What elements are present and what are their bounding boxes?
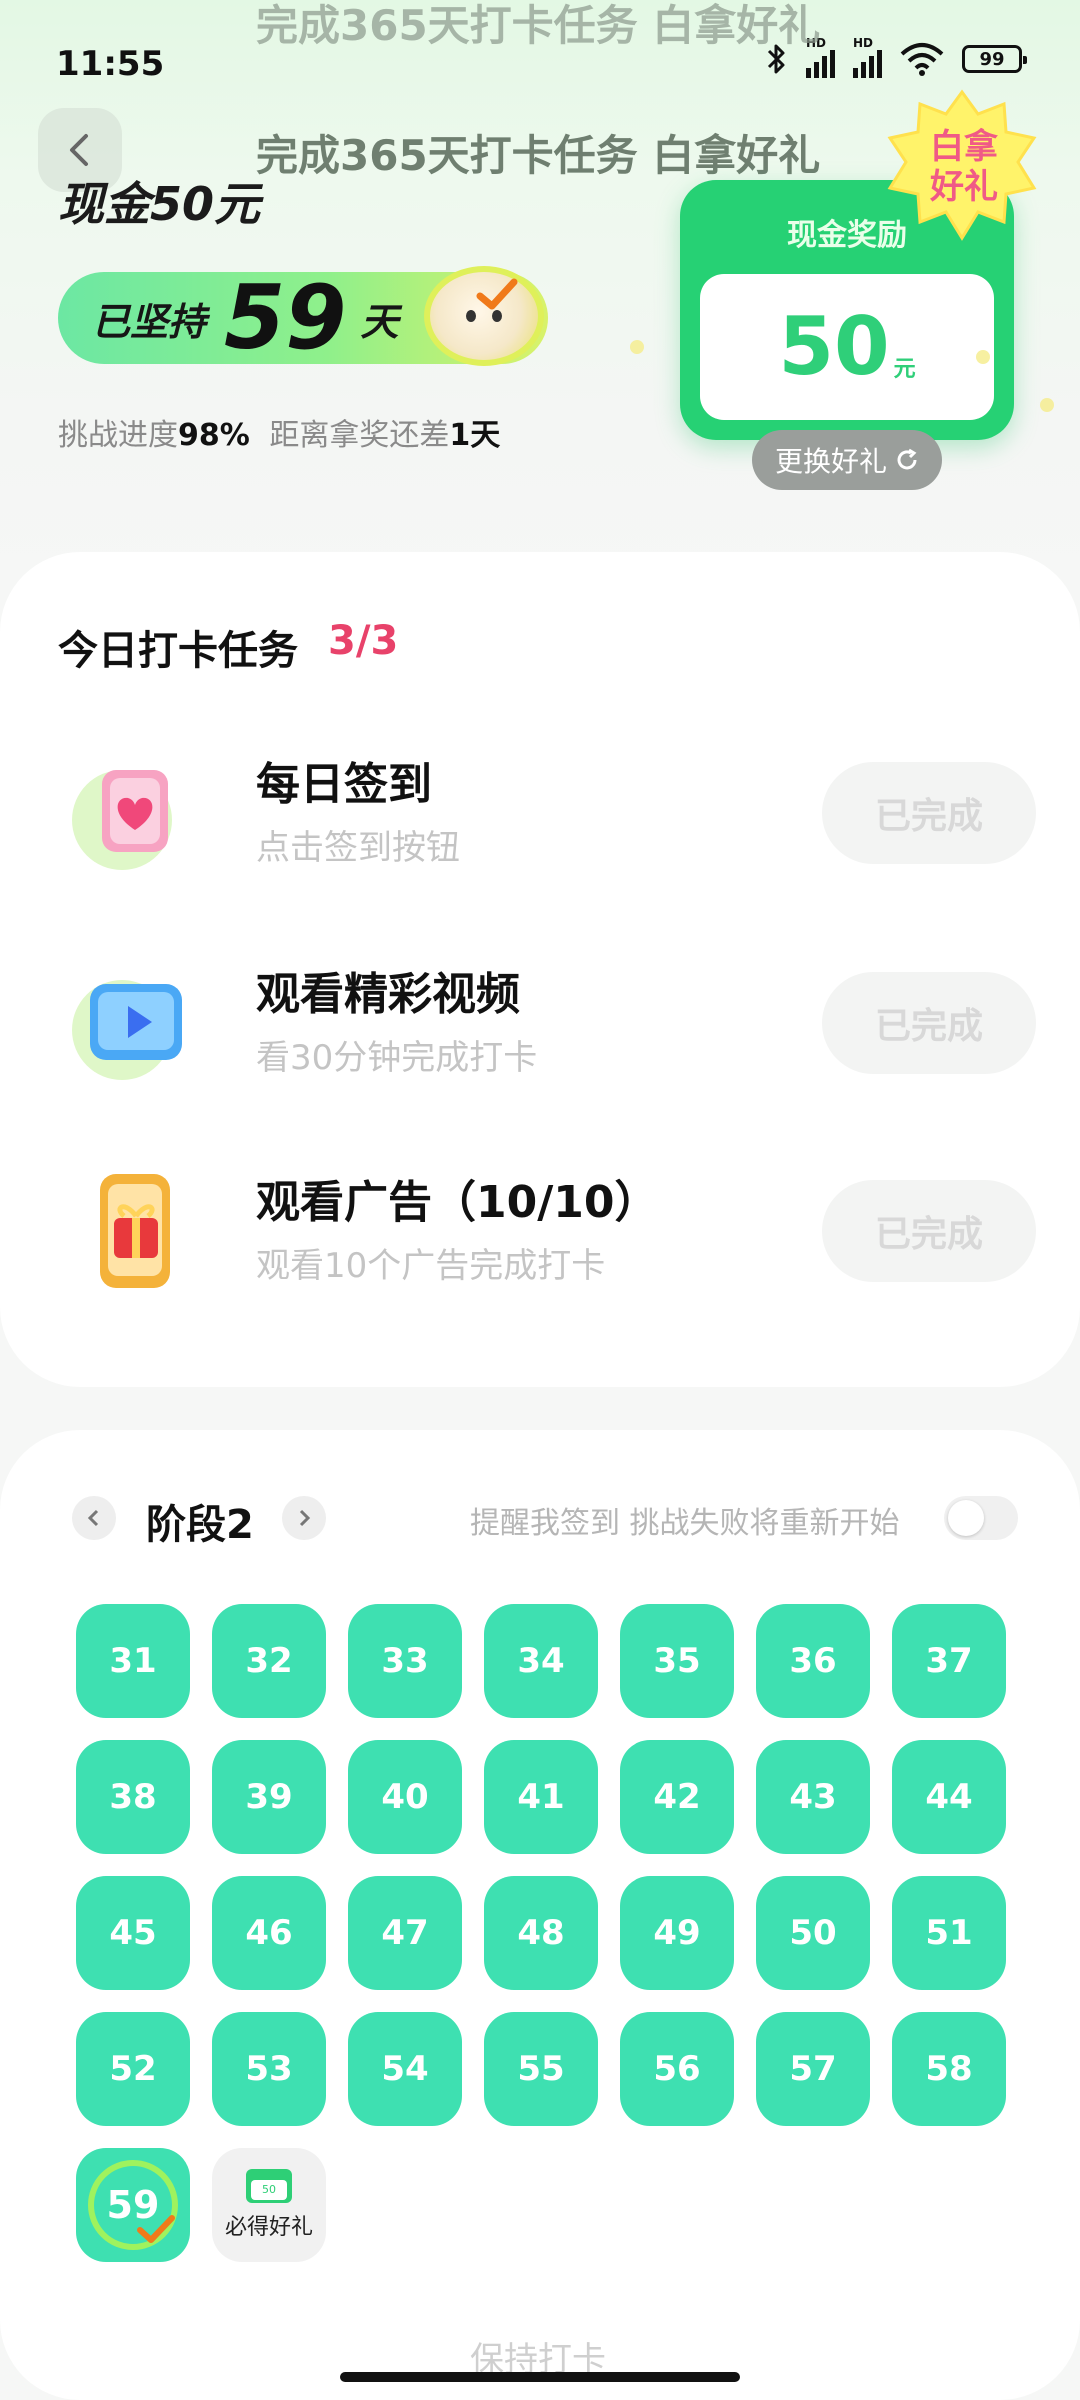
wifi-icon <box>900 43 944 76</box>
streak-prefix: 已坚持 <box>92 299 207 344</box>
streak-suffix: 天 <box>360 299 399 344</box>
task-done-button[interactable]: 已完成 <box>822 1180 1036 1282</box>
swap-gift-button[interactable]: 更换好礼 <box>752 430 942 490</box>
day-grid: 31 32 33 34 35 36 37 38 39 40 41 42 43 44 45 46 47 48 49 50… <box>76 1604 1006 2262</box>
remain-label: 距离拿奖还差 <box>269 418 450 453</box>
day-cell[interactable]: 33 <box>348 1604 462 1718</box>
day-cell[interactable]: 56 <box>620 2012 734 2126</box>
task-done-button[interactable]: 已完成 <box>822 972 1036 1074</box>
refresh-icon <box>897 448 917 470</box>
reminder-toggle[interactable] <box>944 1496 1018 1540</box>
day-cell[interactable]: 51 <box>892 1876 1006 1990</box>
day-cell[interactable]: 40 <box>348 1740 462 1854</box>
progress-label: 挑战进度 <box>58 418 178 453</box>
gift-cell[interactable]: 50 必得好礼 <box>212 2148 326 2262</box>
network-label-2: HD <box>853 36 874 50</box>
chevron-right-icon <box>299 1509 311 1527</box>
day-cell[interactable]: 35 <box>620 1604 734 1718</box>
heart-bag-icon <box>72 770 172 870</box>
day-cell[interactable]: 34 <box>484 1604 598 1718</box>
badge-line-2: 好礼 <box>929 167 998 207</box>
day-cell[interactable]: 36 <box>756 1604 870 1718</box>
task-name: 观看广告（10/10） <box>256 1177 659 1228</box>
battery-icon: 99 <box>962 45 1027 73</box>
day-cell[interactable]: 57 <box>756 2012 870 2126</box>
chevron-left-icon <box>87 1509 99 1527</box>
day-cell[interactable]: 47 <box>348 1876 462 1990</box>
task-name: 每日签到 <box>256 759 432 810</box>
streak-days: 59 <box>224 266 347 369</box>
progress-value: 98% <box>178 418 250 453</box>
badge-line-1: 白拿 <box>930 127 999 167</box>
signal-icon-2: HD <box>853 36 882 78</box>
day-cell[interactable]: 52 <box>76 2012 190 2126</box>
chevron-left-icon <box>70 134 88 166</box>
day-cell[interactable]: 58 <box>892 2012 1006 2126</box>
task-desc: 看30分钟完成打卡 <box>256 1038 538 1078</box>
free-gift-badge-icon: 白拿 好礼 <box>887 89 1037 241</box>
mini-reward-card-icon: 50 <box>246 2169 292 2203</box>
sparkle-dot <box>1040 398 1054 412</box>
reward-unit: 元 <box>893 357 916 382</box>
task-desc: 点击签到按钮 <box>256 828 460 868</box>
day-cell[interactable]: 31 <box>76 1604 190 1718</box>
sparkle-dot <box>976 350 990 364</box>
day-cell[interactable]: 45 <box>76 1876 190 1990</box>
status-time: 11:55 <box>56 44 165 84</box>
toggle-knob <box>948 1500 984 1536</box>
mascot-icon <box>424 266 544 366</box>
tasks-title: 今日打卡任务 <box>58 628 298 674</box>
day-cell[interactable]: 43 <box>756 1740 870 1854</box>
tasks-count: 3/3 <box>328 618 399 664</box>
day-cell[interactable]: 44 <box>892 1740 1006 1854</box>
day-cell[interactable]: 53 <box>212 2012 326 2126</box>
mini-reward-amount: 50 <box>251 2180 287 2200</box>
gift-label: 必得好礼 <box>224 2215 313 2240</box>
day-cell[interactable]: 42 <box>620 1740 734 1854</box>
stage-next-button[interactable] <box>282 1496 326 1540</box>
reward-name: 现金50元 <box>58 177 261 231</box>
task-done-button[interactable]: 已完成 <box>822 762 1036 864</box>
day-cell-current[interactable]: 59 <box>76 2148 190 2262</box>
page-title: 完成365天打卡任务 白拿好礼 <box>256 131 821 180</box>
mascot-check-icon <box>476 278 518 310</box>
task-row-ads: 观看广告（10/10） 观看10个广告完成打卡 已完成 <box>0 1166 1080 1316</box>
task-name: 观看精彩视频 <box>256 969 520 1020</box>
gift-phone-icon <box>100 1174 170 1288</box>
video-play-icon <box>72 980 182 1080</box>
task-desc: 观看10个广告完成打卡 <box>256 1246 606 1286</box>
day-cell[interactable]: 49 <box>620 1876 734 1990</box>
reward-amount: 50 <box>778 300 890 393</box>
stage-prev-button[interactable] <box>72 1496 116 1540</box>
day-cell[interactable]: 32 <box>212 1604 326 1718</box>
home-indicator[interactable] <box>340 2372 740 2382</box>
check-icon <box>137 2215 175 2243</box>
task-row-checkin: 每日签到 点击签到按钮 已完成 <box>0 748 1080 898</box>
swap-gift-label: 更换好礼 <box>774 445 887 478</box>
reward-amount-box: 50 元 <box>700 274 994 420</box>
day-cell[interactable]: 37 <box>892 1604 1006 1718</box>
day-cell[interactable]: 50 <box>756 1876 870 1990</box>
day-cell[interactable]: 46 <box>212 1876 326 1990</box>
day-cell[interactable]: 48 <box>484 1876 598 1990</box>
remain-value: 1天 <box>449 418 501 453</box>
day-cell[interactable]: 38 <box>76 1740 190 1854</box>
day-cell[interactable]: 39 <box>212 1740 326 1854</box>
sparkle-dot <box>630 340 644 354</box>
day-cell[interactable]: 55 <box>484 2012 598 2126</box>
stage-label: 阶段2 <box>146 1502 254 1548</box>
task-row-video: 观看精彩视频 看30分钟完成打卡 已完成 <box>0 958 1080 1108</box>
day-cell[interactable]: 54 <box>348 2012 462 2126</box>
progress-line: 挑战进度98% 距离拿奖还差1天 <box>58 410 500 454</box>
reminder-text: 提醒我签到 挑战失败将重新开始 <box>470 1506 900 1541</box>
scroll-ghost-title: 完成365天打卡任务 白拿好礼 <box>256 1 821 50</box>
day-cell[interactable]: 41 <box>484 1740 598 1854</box>
